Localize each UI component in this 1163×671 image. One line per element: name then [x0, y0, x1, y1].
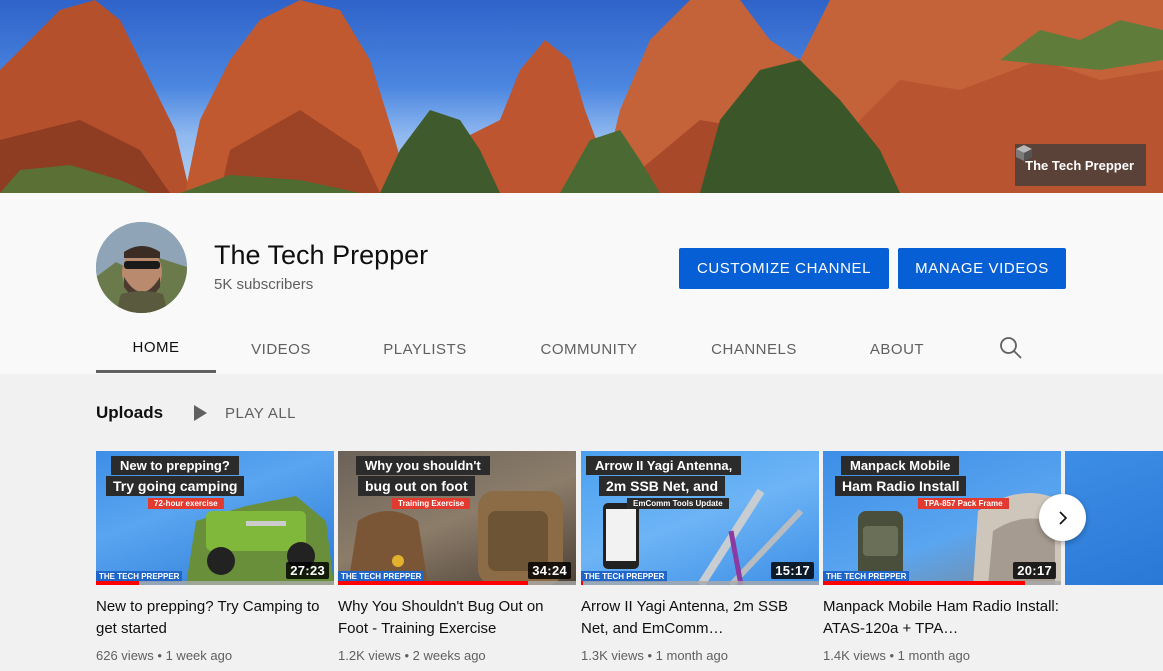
video-card[interactable]: Arrow II Yagi Antenna, 2m SSB Net, and E…: [581, 451, 819, 663]
channel-header: The Tech Prepper 5K subscribers CUSTOMIZ…: [0, 193, 1163, 374]
uploads-shelf-title[interactable]: Uploads: [96, 403, 163, 423]
banner-link-label: The Tech Prepper: [1025, 157, 1134, 173]
thumb-title-line1: New to prepping?: [111, 456, 239, 475]
play-all-label: PLAY ALL: [225, 404, 297, 422]
video-thumbnail[interactable]: Why you shouldn't bug out on foot Traini…: [338, 451, 576, 585]
tab-channels[interactable]: CHANNELS: [674, 325, 834, 373]
avatar-photo: [96, 222, 187, 313]
video-thumbnail[interactable]: New to prepping? Try going camping 72-ho…: [96, 451, 334, 585]
thumb-tag: Training Exercise: [392, 498, 471, 509]
video-duration: 20:17: [1013, 562, 1056, 579]
thumb-title-line1: Arrow II Yagi Antenna,: [586, 456, 742, 475]
banner-channel-link[interactable]: The Tech Prepper: [1015, 144, 1146, 186]
upload-age: 1 week ago: [165, 648, 233, 663]
view-count: 1.4K views: [823, 648, 886, 663]
tab-videos[interactable]: VIDEOS: [216, 325, 346, 373]
banner-landscape-image: [0, 0, 1163, 193]
channel-avatar[interactable]: [96, 222, 187, 313]
watch-progress-bar: [581, 581, 584, 585]
thumb-title-line2: Ham Radio Install: [835, 476, 967, 496]
channel-name: The Tech Prepper: [214, 240, 429, 270]
upload-age: 2 weeks ago: [412, 648, 486, 663]
customize-channel-button[interactable]: CUSTOMIZE CHANNEL: [679, 248, 889, 289]
play-all-button[interactable]: PLAY ALL: [194, 400, 296, 426]
view-count: 626 views: [96, 648, 154, 663]
thumb-title-line1: Manpack Mobile: [841, 456, 960, 475]
channel-banner: The Tech Prepper: [0, 0, 1163, 193]
search-icon[interactable]: [998, 335, 1024, 361]
progress-track: [581, 581, 819, 585]
watch-progress-bar: [823, 581, 1026, 585]
tab-home[interactable]: HOME: [96, 325, 216, 373]
thumb-title-line2: bug out on foot: [358, 476, 475, 496]
view-count: 1.3K views: [581, 648, 644, 663]
chevron-right-icon: [1058, 510, 1067, 525]
thumb-tag: 72-hour exercise: [148, 498, 224, 509]
upload-age: 1 month ago: [897, 648, 970, 663]
thumb-tag: TPA-857 Pack Frame: [918, 498, 1009, 509]
thumb-title-line2: 2m SSB Net, and: [599, 476, 726, 496]
video-title[interactable]: Why You Shouldn't Bug Out on Foot - Trai…: [338, 596, 576, 640]
video-card[interactable]: New to prepping? Try going camping 72-ho…: [96, 451, 334, 663]
tab-playlists[interactable]: PLAYLISTS: [346, 325, 504, 373]
shelf-next-button[interactable]: [1039, 494, 1086, 541]
video-title[interactable]: New to prepping? Try Camping to get star…: [96, 596, 334, 640]
video-card[interactable]: Why you shouldn't bug out on foot Traini…: [338, 451, 576, 663]
video-duration: 15:17: [771, 562, 814, 579]
video-title[interactable]: Arrow II Yagi Antenna, 2m SSB Net, and E…: [581, 596, 819, 640]
cube-icon: [1016, 145, 1033, 161]
video-metadata: 1.3K views • 1 month ago: [581, 648, 728, 663]
view-count: 1.2K views: [338, 648, 401, 663]
video-metadata: 1.4K views • 1 month ago: [823, 648, 970, 663]
channel-tabs: HOME VIDEOS PLAYLISTS COMMUNITY CHANNELS…: [96, 325, 960, 373]
thumb-tag: EmComm Tools Update: [627, 498, 729, 509]
play-icon: [194, 405, 207, 421]
upload-age: 1 month ago: [655, 648, 728, 663]
video-duration: 27:23: [286, 562, 329, 579]
thumb-title-line2: Try going camping: [106, 476, 245, 496]
thumb-title-line1: Why you shouldn't: [356, 456, 490, 475]
subscriber-count: 5K subscribers: [214, 276, 314, 293]
video-card[interactable]: Manpack Mobile Ham Radio Install TPA-857…: [823, 451, 1061, 663]
tab-about[interactable]: ABOUT: [834, 325, 960, 373]
video-title[interactable]: Manpack Mobile Ham Radio Install: ATAS-1…: [823, 596, 1061, 640]
watch-progress-bar: [338, 581, 529, 585]
manage-videos-button[interactable]: MANAGE VIDEOS: [898, 248, 1066, 289]
watch-progress-bar: [96, 581, 139, 585]
tab-community[interactable]: COMMUNITY: [504, 325, 674, 373]
video-thumbnail[interactable]: Manpack Mobile Ham Radio Install TPA-857…: [823, 451, 1061, 585]
video-thumbnail[interactable]: Arrow II Yagi Antenna, 2m SSB Net, and E…: [581, 451, 819, 585]
video-metadata: 1.2K views • 2 weeks ago: [338, 648, 486, 663]
video-metadata: 626 views • 1 week ago: [96, 648, 233, 663]
video-duration: 34:24: [528, 562, 571, 579]
